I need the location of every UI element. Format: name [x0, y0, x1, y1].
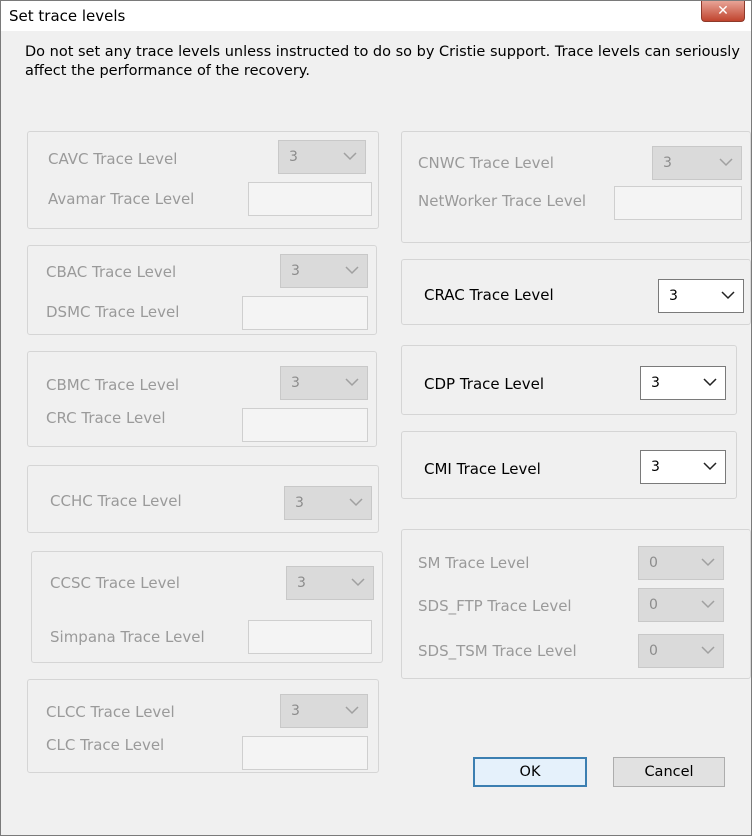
cdp-group: CDP Trace Level 3 — [401, 345, 737, 415]
instructions-text: Do not set any trace levels unless instr… — [25, 44, 740, 79]
avamar-trace-input[interactable] — [248, 182, 372, 216]
ccsc-trace-select[interactable]: 3 — [286, 566, 374, 600]
sds-tsm-label: SDS_TSM Trace Level — [418, 642, 577, 660]
cbmc-trace-select[interactable]: 3 — [280, 366, 368, 400]
sm-trace-select[interactable]: 0 — [638, 546, 724, 580]
ccsc-group: CCSC Trace Level 3 Simpana Trace Level — [31, 551, 383, 663]
title-bar: Set trace levels ✕ — [1, 1, 751, 31]
networker-label: NetWorker Trace Level — [418, 192, 587, 210]
chevron-down-icon — [351, 578, 365, 587]
ok-button[interactable]: OK — [473, 757, 587, 787]
cnwc-trace-select[interactable]: 3 — [652, 146, 742, 180]
clc-label: CLC Trace Level — [46, 736, 165, 754]
sds-ftp-trace-select[interactable]: 0 — [638, 588, 724, 622]
crc-trace-input[interactable] — [242, 408, 368, 442]
cancel-button[interactable]: Cancel — [613, 757, 725, 787]
sds-tsm-trace-select[interactable]: 0 — [638, 634, 724, 668]
cavc-trace-select[interactable]: 3 — [278, 140, 366, 174]
crac-group: CRAC Trace Level 3 — [401, 259, 751, 325]
set-trace-levels-dialog: Set trace levels ✕ Do not set any trace … — [0, 0, 752, 836]
close-icon: ✕ — [717, 3, 729, 19]
simpana-trace-input[interactable] — [248, 620, 372, 654]
clcc-group: CLCC Trace Level 3 CLC Trace Level — [27, 679, 379, 773]
cbmc-group: CBMC Trace Level 3 CRC Trace Level — [27, 351, 377, 447]
clcc-trace-select[interactable]: 3 — [280, 694, 368, 728]
crac-trace-select[interactable]: 3 — [658, 279, 744, 313]
cdp-label: CDP Trace Level — [424, 375, 544, 393]
clc-trace-input[interactable] — [242, 736, 368, 770]
close-button[interactable]: ✕ — [701, 1, 745, 22]
cavc-label: CAVC Trace Level — [48, 150, 178, 168]
sds-group: SM Trace Level 0 SDS_FTP Trace Level 0 S… — [401, 529, 751, 679]
chevron-down-icon — [719, 158, 733, 167]
dsmc-label: DSMC Trace Level — [46, 303, 180, 321]
chevron-down-icon — [343, 152, 357, 161]
cmi-label: CMI Trace Level — [424, 460, 541, 478]
window-title: Set trace levels — [9, 7, 126, 25]
cmi-group: CMI Trace Level 3 — [401, 431, 737, 499]
cdp-trace-select[interactable]: 3 — [640, 366, 726, 400]
chevron-down-icon — [721, 291, 735, 300]
networker-trace-input[interactable] — [614, 186, 742, 220]
sm-label: SM Trace Level — [418, 554, 530, 572]
crc-label: CRC Trace Level — [46, 409, 166, 427]
dsmc-trace-input[interactable] — [242, 296, 368, 330]
cchc-trace-select[interactable]: 3 — [284, 486, 372, 520]
chevron-down-icon — [349, 498, 363, 507]
cnwc-label: CNWC Trace Level — [418, 154, 554, 172]
cbac-group: CBAC Trace Level 3 DSMC Trace Level — [27, 245, 377, 335]
chevron-down-icon — [345, 378, 359, 387]
cbac-trace-select[interactable]: 3 — [280, 254, 368, 288]
cchc-group: CCHC Trace Level 3 — [27, 465, 379, 533]
simpana-label: Simpana Trace Level — [50, 628, 205, 646]
cchc-label: CCHC Trace Level — [50, 492, 182, 510]
cmi-trace-select[interactable]: 3 — [640, 450, 726, 484]
ccsc-label: CCSC Trace Level — [50, 574, 180, 592]
cbac-label: CBAC Trace Level — [46, 263, 177, 281]
chevron-down-icon — [701, 558, 715, 567]
crac-label: CRAC Trace Level — [424, 286, 554, 304]
cavc-group: CAVC Trace Level 3 Avamar Trace Level — [27, 131, 379, 229]
sds-ftp-label: SDS_FTP Trace Level — [418, 597, 572, 615]
cnwc-group: CNWC Trace Level 3 NetWorker Trace Level — [401, 131, 751, 243]
chevron-down-icon — [703, 378, 717, 387]
chevron-down-icon — [345, 266, 359, 275]
chevron-down-icon — [703, 462, 717, 471]
clcc-label: CLCC Trace Level — [46, 703, 175, 721]
chevron-down-icon — [701, 646, 715, 655]
cbmc-label: CBMC Trace Level — [46, 376, 180, 394]
chevron-down-icon — [701, 600, 715, 609]
avamar-label: Avamar Trace Level — [48, 190, 195, 208]
chevron-down-icon — [345, 706, 359, 715]
